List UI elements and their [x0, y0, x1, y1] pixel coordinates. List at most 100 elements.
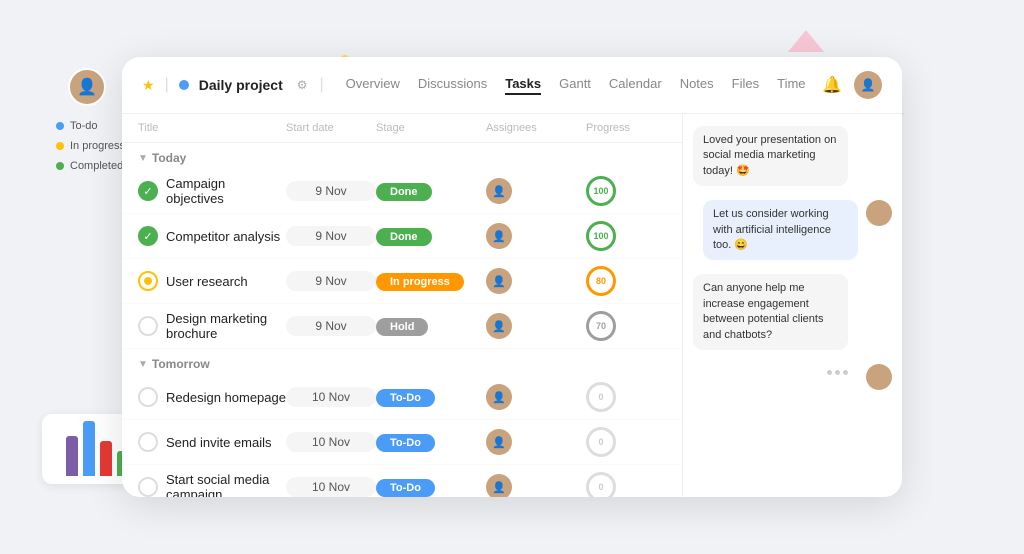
legend-label-completed: Completed — [70, 160, 123, 172]
user-avatar[interactable]: 👤 — [854, 71, 882, 99]
bar-1 — [66, 436, 78, 476]
col-stage: Stage — [376, 122, 486, 134]
date-badge: 9 Nov — [286, 316, 376, 336]
check-empty-icon — [138, 387, 158, 407]
progress-circle: 0 — [586, 472, 616, 497]
task-row[interactable]: Redesign homepage 10 Nov To-Do 👤 0 — [122, 375, 682, 420]
bg-decoration-triangle1 — [788, 30, 824, 52]
check-empty-icon — [138, 477, 158, 497]
task-name: Redesign homepage — [166, 390, 286, 405]
nav-tabs: Overview Discussions Tasks Gantt Calenda… — [346, 76, 812, 95]
task-row[interactable]: Send invite emails 10 Nov To-Do 👤 0 — [122, 420, 682, 465]
task-name: Campaign objectives — [166, 176, 286, 206]
task-title-cell: User research — [138, 271, 286, 291]
star-icon: ★ — [142, 77, 155, 94]
task-panel: Title Start date Stage Assignees Progres… — [122, 114, 682, 497]
task-row[interactable]: User research 9 Nov In progress 👤 80 — [122, 259, 682, 304]
typing-indicator — [693, 364, 892, 390]
tab-overview[interactable]: Overview — [346, 76, 400, 95]
legend-item-todo: To-do — [56, 120, 125, 132]
chat-message-1: Loved your presentation on social media … — [693, 126, 892, 186]
stage-badge: Done — [376, 228, 432, 246]
task-name: Design marketing brochure — [166, 311, 286, 341]
chat-panel: Loved your presentation on social media … — [682, 114, 902, 497]
main-card: ★ | Daily project ⚙ | Overview Discussio… — [122, 57, 902, 497]
section-tomorrow-label: Tomorrow — [152, 357, 210, 371]
task-title-cell: ✓ Competitor analysis — [138, 226, 286, 246]
chat-bubble-3: Can anyone help me increase engagement b… — [693, 274, 848, 350]
settings-icon[interactable]: ⚙ — [297, 78, 308, 92]
chat-bubble-2: Let us consider working with artificial … — [703, 200, 858, 260]
check-empty-icon — [138, 316, 158, 336]
tab-time[interactable]: Time — [777, 76, 805, 95]
tab-calendar[interactable]: Calendar — [609, 76, 662, 95]
task-row[interactable]: ✓ Campaign objectives 9 Nov Done 👤 100 — [122, 169, 682, 214]
check-done-icon: ✓ — [138, 181, 158, 201]
stage-badge: To-Do — [376, 389, 435, 407]
tab-discussions[interactable]: Discussions — [418, 76, 487, 95]
progress-circle: 100 — [586, 176, 616, 206]
assignee-avatar: 👤 — [486, 384, 512, 410]
avatar-topleft[interactable]: 👤 — [68, 68, 106, 106]
task-title-cell: Redesign homepage — [138, 387, 286, 407]
tab-files[interactable]: Files — [732, 76, 759, 95]
assignee-avatar: 👤 — [486, 313, 512, 339]
task-name: User research — [166, 274, 248, 289]
check-done-icon: ✓ — [138, 226, 158, 246]
typing-avatar — [866, 364, 892, 390]
task-row[interactable]: Start social media campaign 10 Nov To-Do… — [122, 465, 682, 497]
chat-avatar-2 — [866, 200, 892, 226]
project-status-dot — [179, 80, 189, 90]
assignee-avatar: 👤 — [486, 223, 512, 249]
task-title-cell: Design marketing brochure — [138, 311, 286, 341]
section-today-label: Today — [152, 151, 186, 165]
col-assignees: Assignees — [486, 122, 586, 134]
progress-circle: 100 — [586, 221, 616, 251]
legend-dot-inprogress — [56, 142, 64, 150]
date-badge: 10 Nov — [286, 477, 376, 497]
task-title-cell: Start social media campaign — [138, 472, 286, 497]
legend: To-do In progress Completed — [56, 120, 125, 172]
tab-tasks[interactable]: Tasks — [505, 76, 541, 95]
legend-item-inprogress: In progress — [56, 140, 125, 152]
legend-label-todo: To-do — [70, 120, 98, 132]
task-title-cell: Send invite emails — [138, 432, 286, 452]
legend-dot-completed — [56, 162, 64, 170]
task-row[interactable]: ✓ Competitor analysis 9 Nov Done 👤 100 — [122, 214, 682, 259]
chevron-today: ▼ — [138, 153, 148, 164]
legend-item-completed: Completed — [56, 160, 125, 172]
check-progress-icon — [138, 271, 158, 291]
chevron-tomorrow: ▼ — [138, 359, 148, 370]
progress-circle: 0 — [586, 427, 616, 457]
chat-message-3: Can anyone help me increase engagement b… — [693, 274, 892, 350]
assignee-avatar: 👤 — [486, 429, 512, 455]
chat-message-2: Let us consider working with artificial … — [693, 200, 892, 260]
card-header: ★ | Daily project ⚙ | Overview Discussio… — [122, 57, 902, 114]
task-row[interactable]: Design marketing brochure 9 Nov Hold 👤 7… — [122, 304, 682, 349]
tab-gantt[interactable]: Gantt — [559, 76, 591, 95]
task-name: Send invite emails — [166, 435, 272, 450]
assignee-avatar: 👤 — [486, 178, 512, 204]
bar-2 — [83, 421, 95, 476]
assignee-avatar: 👤 — [486, 268, 512, 294]
dot-3 — [843, 370, 848, 375]
tab-notes[interactable]: Notes — [680, 76, 714, 95]
section-today: ▼ Today — [122, 143, 682, 169]
check-empty-icon — [138, 432, 158, 452]
stage-badge: To-Do — [376, 434, 435, 452]
separator-1: | — [165, 76, 169, 94]
typing-dots — [817, 364, 858, 381]
bar-3 — [100, 441, 112, 476]
progress-circle: 80 — [586, 266, 616, 296]
chat-messages: Loved your presentation on social media … — [683, 114, 902, 497]
chat-text-3: Can anyone help me increase engagement b… — [703, 282, 823, 340]
stage-badge: To-Do — [376, 479, 435, 497]
stage-badge: Done — [376, 183, 432, 201]
task-name: Start social media campaign — [166, 472, 286, 497]
legend-label-inprogress: In progress — [70, 140, 125, 152]
legend-dot-todo — [56, 122, 64, 130]
assignee-avatar: 👤 — [486, 474, 512, 497]
date-badge: 9 Nov — [286, 271, 376, 291]
dot-2 — [835, 370, 840, 375]
bell-icon[interactable]: 🔔 — [822, 75, 842, 95]
